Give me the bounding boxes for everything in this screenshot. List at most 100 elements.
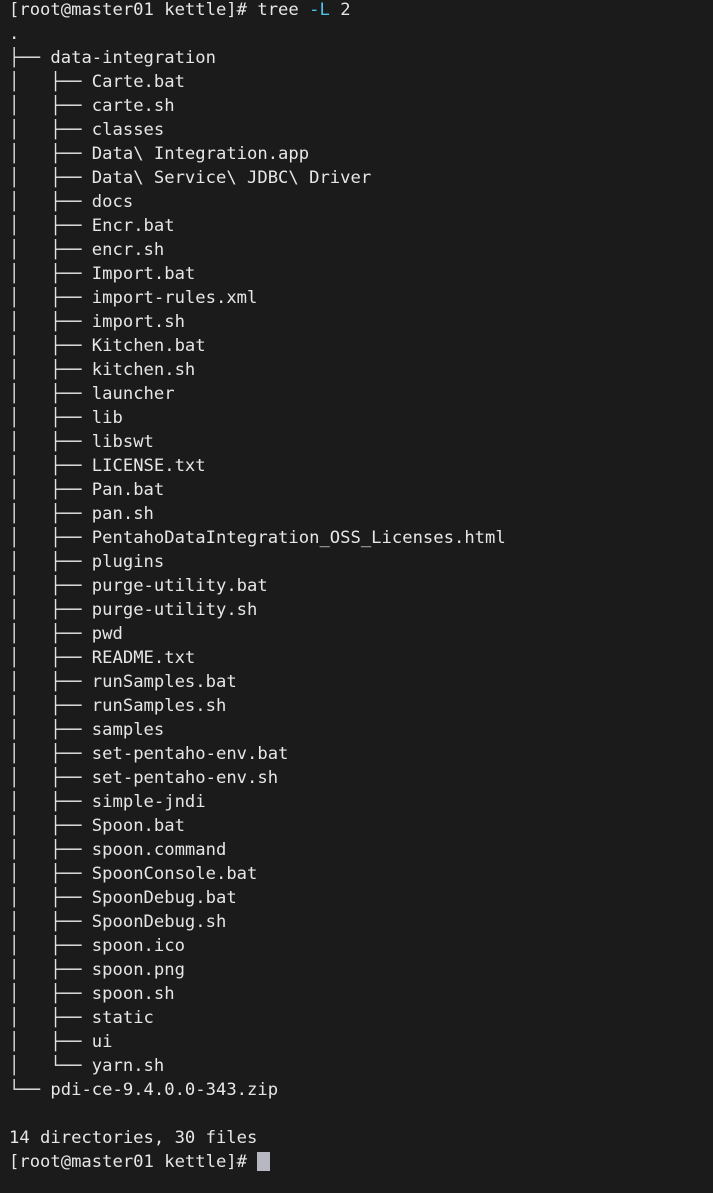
tree-branch-glyph: │ ├──	[9, 624, 92, 644]
tree-branch-glyph: │ ├──	[9, 816, 92, 836]
tree-branch-glyph: │ ├──	[9, 672, 92, 692]
tree-entry-name: Data\ Integration.app	[91, 144, 310, 164]
tree-entry: │ ├── SpoonDebug.sh	[9, 910, 713, 934]
tree-entry-name: Import.bat	[91, 264, 196, 284]
tree-entry-name: data-integration	[50, 48, 216, 68]
tree-branch-glyph: │ ├──	[9, 144, 92, 164]
tree-entry: │ ├── runSamples.bat	[9, 670, 713, 694]
tree-entry-name: pan.sh	[91, 504, 154, 524]
tree-branch-glyph: │ ├──	[9, 384, 92, 404]
tree-entry: │ ├── spoon.png	[9, 958, 713, 982]
tree-branch-glyph: │ ├──	[9, 648, 92, 668]
tree-branch-glyph: │ ├──	[9, 216, 92, 236]
tree-entry: │ ├── Carte.bat	[9, 70, 713, 94]
tree-entry-name: purge-utility.bat	[91, 576, 268, 596]
command-space-2	[330, 0, 340, 20]
tree-entry-name: LICENSE.txt	[91, 456, 206, 476]
tree-entry-name: libswt	[91, 432, 154, 452]
tree-branch-glyph: │ ├──	[9, 696, 92, 716]
tree-entry: │ ├── LICENSE.txt	[9, 454, 713, 478]
tree-entry: │ ├── Pan.bat	[9, 478, 713, 502]
tree-entry-name: Spoon.bat	[91, 816, 185, 836]
tree-output: ├── data-integration │ ├── Carte.bat │ ├──…	[9, 46, 713, 1102]
tree-entry: │ ├── README.txt	[9, 646, 713, 670]
tree-entry-name: SpoonDebug.sh	[91, 912, 227, 932]
tree-entry-name: spoon.sh	[91, 984, 175, 1004]
tree-entry-name: plugins	[91, 552, 165, 572]
tree-entry: │ ├── set-pentaho-env.bat	[9, 742, 713, 766]
tree-branch-glyph: │ ├──	[9, 504, 92, 524]
tree-branch-glyph: │ ├──	[9, 288, 92, 308]
tree-entry-name: purge-utility.sh	[91, 600, 258, 620]
tree-entry: │ ├── kitchen.sh	[9, 358, 713, 382]
terminal-window[interactable]: [root@master01 kettle]# tree -L 2 . ├── …	[0, 0, 713, 1191]
tree-branch-glyph: │ ├──	[9, 576, 92, 596]
tree-branch-glyph: │ ├──	[9, 264, 92, 284]
tree-entry-name: Data\ Service\ JDBC\ Driver	[91, 168, 372, 188]
tree-entry-name: samples	[91, 720, 165, 740]
tree-entry: │ ├── Import.bat	[9, 262, 713, 286]
tree-entry-name: classes	[91, 120, 165, 140]
tree-entry-name: runSamples.bat	[91, 672, 237, 692]
final-prompt-line[interactable]: [root@master01 kettle]#	[9, 1150, 713, 1174]
tree-entry-name: spoon.command	[91, 840, 227, 860]
tree-branch-glyph: │ ├──	[9, 240, 92, 260]
tree-entry-name: SpoonConsole.bat	[91, 864, 258, 884]
tree-entry: │ ├── purge-utility.sh	[9, 598, 713, 622]
tree-entry-name: set-pentaho-env.sh	[91, 768, 279, 788]
tree-branch-glyph: │ ├──	[9, 120, 92, 140]
tree-entry-name: static	[91, 1008, 154, 1028]
tree-entry-name: launcher	[91, 384, 175, 404]
tree-branch-glyph: │ ├──	[9, 1008, 92, 1028]
tree-entry: │ ├── spoon.command	[9, 838, 713, 862]
tree-root: .	[9, 24, 20, 44]
tree-entry: │ ├── runSamples.sh	[9, 694, 713, 718]
tree-branch-glyph: └──	[9, 1080, 51, 1100]
tree-branch-glyph: │ ├──	[9, 408, 92, 428]
tree-entry: │ ├── Spoon.bat	[9, 814, 713, 838]
tree-entry-name: pwd	[91, 624, 123, 644]
tree-branch-glyph: │ ├──	[9, 72, 92, 92]
tree-entry-name: pdi-ce-9.4.0.0-343.zip	[50, 1080, 279, 1100]
tree-entry: │ ├── classes	[9, 118, 713, 142]
tree-entry-name: SpoonDebug.bat	[91, 888, 237, 908]
tree-entry: │ ├── SpoonConsole.bat	[9, 862, 713, 886]
tree-entry-name: docs	[91, 192, 134, 212]
tree-summary: 14 directories, 30 files	[9, 1128, 258, 1148]
tree-entry: │ ├── libswt	[9, 430, 713, 454]
tree-branch-glyph: │ ├──	[9, 600, 92, 620]
tree-branch-glyph: │ ├──	[9, 936, 92, 956]
tree-entry: │ ├── SpoonDebug.bat	[9, 886, 713, 910]
tree-entry: │ ├── Encr.bat	[9, 214, 713, 238]
tree-branch-glyph: │ ├──	[9, 768, 92, 788]
tree-entry: │ ├── PentahoDataIntegration_OSS_License…	[9, 526, 713, 550]
tree-branch-glyph: │ ├──	[9, 432, 92, 452]
tree-entry: │ ├── spoon.ico	[9, 934, 713, 958]
tree-branch-glyph: │ ├──	[9, 312, 92, 332]
tree-entry-name: Encr.bat	[91, 216, 175, 236]
tree-branch-glyph: │ ├──	[9, 888, 92, 908]
tree-entry: │ ├── docs	[9, 190, 713, 214]
tree-entry: │ ├── simple-jndi	[9, 790, 713, 814]
tree-entry-name: ui	[91, 1032, 113, 1052]
tree-entry: │ ├── ui	[9, 1030, 713, 1054]
tree-entry: │ ├── Data\ Integration.app	[9, 142, 713, 166]
tree-entry-name: Carte.bat	[91, 72, 185, 92]
tree-entry-name: spoon.ico	[91, 936, 185, 956]
tree-branch-glyph: │ ├──	[9, 960, 92, 980]
tree-branch-glyph: │ ├──	[9, 336, 92, 356]
tree-entry: │ ├── pwd	[9, 622, 713, 646]
tree-entry: │ ├── lib	[9, 406, 713, 430]
tree-entry: │ ├── samples	[9, 718, 713, 742]
tree-entry-name: kitchen.sh	[91, 360, 196, 380]
tree-branch-glyph: │ ├──	[9, 528, 92, 548]
tree-entry: │ ├── spoon.sh	[9, 982, 713, 1006]
tree-branch-glyph: │ ├──	[9, 456, 92, 476]
text-cursor[interactable]	[257, 1152, 270, 1171]
tree-entry-name: PentahoDataIntegration_OSS_Licenses.html	[91, 528, 506, 548]
tree-entry-name: README.txt	[91, 648, 196, 668]
tree-entry: │ ├── import.sh	[9, 310, 713, 334]
tree-entry: │ ├── purge-utility.bat	[9, 574, 713, 598]
tree-entry-name: Pan.bat	[91, 480, 165, 500]
